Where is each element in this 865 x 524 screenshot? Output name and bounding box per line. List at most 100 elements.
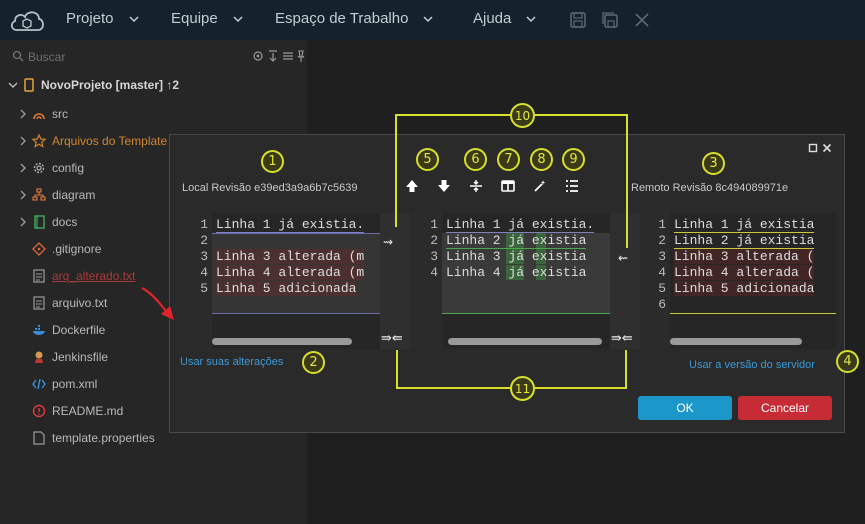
diagram-icon — [32, 188, 46, 201]
callout-connector — [535, 387, 627, 389]
local-revision-label: Local Revisão e39ed3a9a6b7c5639 — [182, 182, 358, 194]
chevron-down-icon — [526, 15, 536, 22]
merge-right-arrow-icon[interactable]: ⇝ — [383, 235, 393, 249]
code-line: 2 Linha 2 já existia — [412, 233, 610, 249]
tree-item-arquivos-do-template[interactable]: Arquivos do Template — [18, 132, 167, 150]
line-number: 2 — [658, 233, 666, 248]
pin-icon[interactable] — [297, 49, 305, 63]
line-text: Linha 4 alterada (m — [216, 265, 365, 280]
callout-2: 2 — [302, 351, 325, 374]
line-number: 3 — [430, 249, 438, 264]
line-number: 1 — [658, 217, 666, 232]
tree-item-arquivo-txt[interactable]: arquivo.txt — [18, 294, 107, 312]
tree-item-pom-xml[interactable]: pom.xml — [18, 375, 97, 393]
arrow-down-icon[interactable] — [437, 179, 451, 193]
search-row: Buscar — [0, 46, 307, 68]
tree-item-label: .gitignore — [52, 242, 102, 256]
close-icon[interactable] — [822, 143, 832, 153]
search-input[interactable]: Buscar — [28, 50, 65, 64]
menu-espaco-de-trabalho[interactable]: Espaço de Trabalho — [275, 10, 434, 27]
locate-icon[interactable] — [252, 49, 264, 63]
chevron-down-icon — [233, 15, 243, 22]
callout-5: 5 — [416, 148, 439, 171]
tree-item-label: README.md — [52, 404, 124, 418]
line-number: 6 — [658, 297, 666, 312]
menu-ajuda[interactable]: Ajuda — [473, 10, 537, 27]
collapse-all-icon[interactable] — [267, 49, 279, 63]
save-all-icon[interactable] — [601, 11, 619, 29]
cancel-button[interactable]: Cancelar — [738, 396, 832, 420]
menu-equipe[interactable]: Equipe — [171, 10, 244, 27]
merge-all-arrow-icon[interactable]: ⇛⇚ — [381, 331, 403, 346]
change-marker-line — [670, 313, 836, 314]
callout-7: 7 — [497, 148, 520, 171]
search-icon — [12, 50, 24, 62]
code-line: 1 Linha 1 já existia. — [412, 217, 610, 233]
callout-4: 4 — [836, 350, 859, 373]
tree-item-readme-md[interactable]: README.md — [18, 402, 123, 420]
tree-item-template-properties[interactable]: template.properties — [18, 429, 155, 447]
local-editor-pane[interactable]: 1 Linha 1 já existia. 2 3 Linha 3 alterada (… — [182, 213, 380, 349]
chevron-down-icon — [8, 82, 18, 88]
tree-item-arq-alterado-txt[interactable]: arq_alterado.txt — [18, 267, 135, 285]
line-number: 4 — [658, 265, 666, 280]
callout-10: 10 — [510, 103, 535, 128]
chevron-right-icon[interactable] — [18, 190, 28, 200]
change-marker-line — [212, 313, 380, 314]
tree-item-src[interactable]: src — [18, 105, 68, 123]
tree-item-config[interactable]: config — [18, 159, 84, 177]
cloud-logo-icon[interactable] — [8, 6, 46, 34]
code-line: 3 Linha 3 já existia — [412, 249, 610, 265]
settings-icon[interactable] — [282, 49, 294, 63]
gear-icon — [33, 162, 45, 174]
remote-editor-pane[interactable]: 1 Linha 1 já existia 2 Linha 2 já existia 3 L… — [640, 213, 836, 349]
horizontal-scrollbar[interactable] — [670, 338, 802, 345]
merge-all-arrow-icon[interactable]: ⇛⇚ — [611, 331, 633, 346]
project-icon — [24, 78, 34, 92]
code-line: 4 Linha 4 alterada (m — [182, 265, 380, 281]
tree-item-dockerfile[interactable]: Dockerfile — [18, 321, 105, 339]
ok-button[interactable]: OK — [638, 396, 732, 420]
maximize-icon[interactable] — [808, 143, 818, 153]
text-file-icon — [33, 269, 45, 283]
tree-item-label: src — [52, 107, 68, 121]
line-number: 3 — [658, 249, 666, 264]
chevron-right-icon[interactable] — [18, 217, 28, 227]
tree-item-label: arquivo.txt — [52, 296, 108, 310]
callout-9: 9 — [562, 148, 585, 171]
jenkins-icon — [35, 351, 43, 363]
readme-icon — [32, 404, 46, 418]
chevron-right-icon[interactable] — [18, 109, 28, 119]
use-remote-version-link[interactable]: Usar a versão do servidor — [689, 359, 815, 371]
use-local-changes-link[interactable]: Usar suas alterações — [180, 356, 283, 368]
horizontal-scrollbar[interactable] — [448, 338, 602, 345]
horizontal-scrollbar[interactable] — [212, 338, 352, 345]
tree-item-gitignore[interactable]: .gitignore — [18, 240, 101, 258]
line-number: 5 — [200, 281, 208, 296]
list-icon[interactable] — [565, 179, 579, 193]
split-icon[interactable] — [469, 179, 483, 193]
close-icon[interactable] — [633, 11, 651, 29]
remote-revision-label: Remoto Revisão 8c494089971e — [631, 182, 789, 194]
chevron-right-icon[interactable] — [18, 163, 28, 173]
menu-projeto[interactable]: Projeto — [66, 10, 140, 27]
result-editor-pane[interactable]: 1 Linha 1 já existia. 2 Linha 2 já existia 3… — [412, 213, 610, 349]
merge-left-arrow-icon[interactable]: ⇜ — [618, 251, 628, 265]
columns-icon[interactable] — [501, 179, 515, 193]
star-icon — [32, 134, 46, 148]
callout-connector — [395, 114, 510, 116]
tree-item-docs[interactable]: docs — [18, 213, 77, 231]
callout-1: 1 — [261, 150, 284, 173]
left-merge-gutter — [380, 213, 410, 349]
arrow-up-icon[interactable] — [405, 179, 419, 193]
tree-item-jenkinsfile[interactable]: Jenkinsfile — [18, 348, 108, 366]
tree-item-diagram[interactable]: diagram — [18, 186, 95, 204]
line-text: Linha 1 já existia — [674, 217, 815, 233]
app-window: Projeto Equipe Espaço de Trabalho Ajuda — [0, 0, 865, 524]
magic-wand-icon[interactable] — [533, 179, 547, 193]
project-root[interactable]: NovoProjeto [master] ↑2 — [8, 78, 179, 92]
save-icon[interactable] — [569, 11, 587, 29]
line-number: 1 — [200, 217, 208, 232]
chevron-right-icon[interactable] — [18, 136, 28, 146]
menu-ajuda-label: Ajuda — [473, 10, 512, 27]
